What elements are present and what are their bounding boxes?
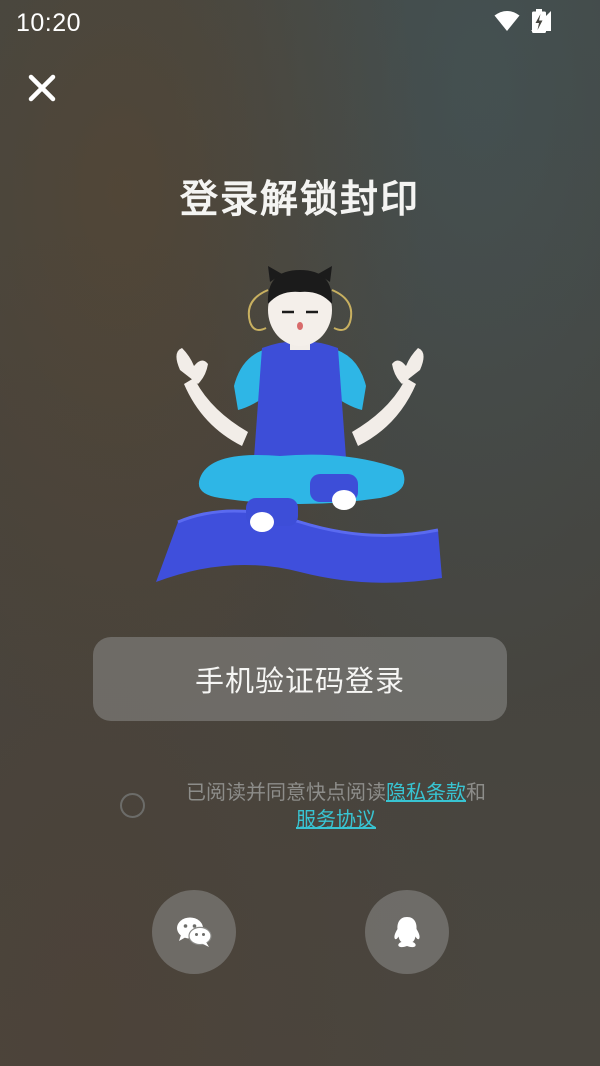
page-title: 登录解锁封印 <box>179 177 420 221</box>
social-login <box>0 890 600 974</box>
agreement-text: 已阅读并同意快点阅读隐私条款和服务协议 <box>166 779 506 833</box>
close-button[interactable] <box>22 68 62 108</box>
agreement-checkbox[interactable] <box>120 793 145 818</box>
battery-charging-icon <box>532 9 546 33</box>
service-agreement-link[interactable]: 服务协议 <box>296 807 376 831</box>
wechat-icon <box>177 917 212 947</box>
qq-icon <box>394 917 420 948</box>
phone-code-login-button[interactable]: 手机验证码登录 <box>93 637 507 721</box>
agreement-prefix: 已阅读并同意快点阅读 <box>186 780 386 804</box>
close-icon <box>28 74 56 102</box>
meditating-character-illustration <box>150 260 450 590</box>
status-time: 10:20 <box>16 9 82 37</box>
agreement-conjunction: 和 <box>466 780 486 804</box>
wifi-icon <box>494 11 520 31</box>
qq-login-button[interactable] <box>365 890 449 974</box>
privacy-policy-link[interactable]: 隐私条款 <box>386 780 466 804</box>
wechat-login-button[interactable] <box>152 890 236 974</box>
status-bar: 10:20 <box>0 0 600 48</box>
